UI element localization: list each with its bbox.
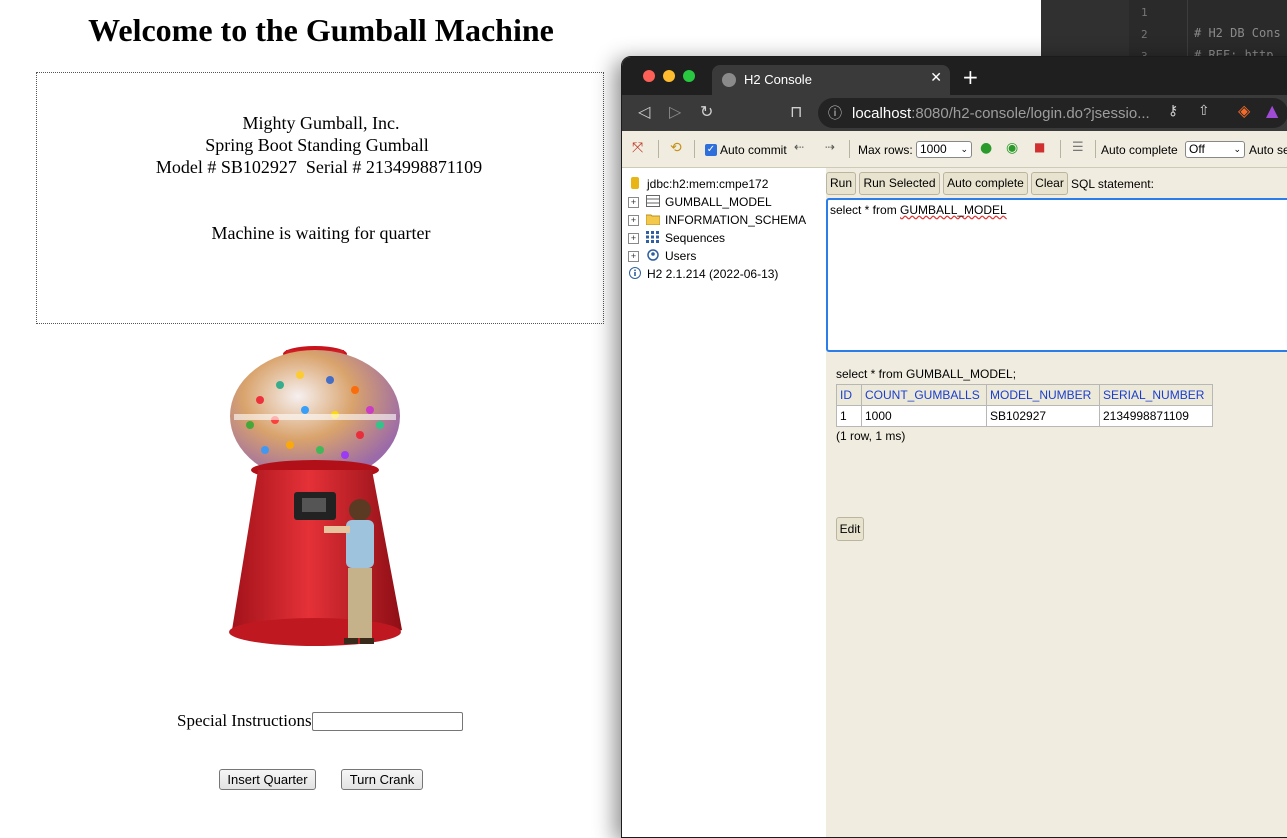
history-icon[interactable]: ☰ [1072, 140, 1084, 155]
page-title: Welcome to the Gumball Machine [88, 12, 554, 48]
toolbar-separator [1060, 140, 1061, 158]
edit-button[interactable]: Edit [836, 517, 864, 541]
table-cell: 1 [836, 405, 862, 427]
machine-status: Machine is waiting for quarter [211, 223, 431, 243]
table-cell: 1000 [861, 405, 987, 427]
bookmark-icon[interactable]: ⊓ [790, 102, 802, 121]
forward-icon[interactable]: ▷ [669, 102, 681, 121]
rollback-icon[interactable]: ⇠ [794, 140, 804, 154]
column-header[interactable]: COUNT_GUMBALLS [861, 384, 987, 406]
clear-button[interactable]: Clear [1031, 172, 1068, 195]
connection-url: jdbc:h2:mem:cmpe172 [647, 177, 769, 191]
run-icon[interactable]: ● [980, 140, 992, 156]
sql-panel: Run Run Selected Auto complete Clear SQL… [826, 168, 1287, 837]
info-icon [629, 267, 641, 279]
expand-icon[interactable]: + [628, 233, 639, 244]
users-icon [647, 249, 659, 261]
url-host: localhost:8080/h2-console/login.do?jsess… [852, 105, 1150, 122]
toolbar-separator [658, 140, 659, 158]
info-icon[interactable]: ⓘ [828, 103, 842, 123]
close-tab-icon[interactable]: ✕ [930, 70, 942, 86]
column-header[interactable]: MODEL_NUMBER [986, 384, 1100, 406]
line-number: 1 [1141, 6, 1148, 19]
expand-icon[interactable]: + [628, 197, 639, 208]
reload-icon[interactable]: ↻ [700, 102, 713, 121]
sql-statement-label: SQL statement: [1071, 177, 1154, 191]
h2-version: H2 2.1.214 (2022-06-13) [647, 267, 779, 281]
tree-item-label: GUMBALL_MODEL [665, 195, 772, 209]
insert-quarter-button[interactable]: Insert Quarter [219, 769, 316, 790]
code-editor-window: 1 2 3 # H2 DB Cons # REF: http [1041, 0, 1287, 63]
company-name: Mighty Gumball, Inc. [242, 113, 400, 133]
database-icon [631, 177, 639, 189]
address-bar[interactable]: ⓘ localhost:8080/h2-console/login.do?jse… [818, 98, 1287, 128]
table-cell: SB102927 [986, 405, 1100, 427]
line-number: 2 [1141, 28, 1148, 41]
result-header-row: ID COUNT_GUMBALLS MODEL_NUMBER SERIAL_NU… [836, 384, 1213, 406]
table-icon [646, 195, 660, 207]
toolbar-separator [1095, 140, 1096, 158]
brave-shield-icon[interactable]: ◈ [1238, 101, 1250, 120]
result-table: ID COUNT_GUMBALLS MODEL_NUMBER SERIAL_NU… [836, 384, 1213, 427]
auto-complete-label: Auto complete [1101, 143, 1178, 157]
tab-bar: H2 Console ✕ + [622, 57, 1287, 95]
auto-select-label: Auto se [1249, 143, 1287, 157]
tab-h2-console[interactable]: H2 Console ✕ [712, 65, 950, 95]
navigation-bar: ◁ ▷ ↻ ⊓ ⓘ localhost:8080/h2-console/logi… [622, 95, 1287, 131]
result-info: (1 row, 1 ms) [836, 429, 906, 443]
auto-complete-button[interactable]: Auto complete [943, 172, 1028, 195]
h2-toolbar: ⤧ ⟲ ✓ Auto commit ⇠ ⇢ Max rows: 1000 ⌄ ● … [622, 131, 1287, 168]
expand-icon[interactable]: + [628, 251, 639, 262]
auto-commit-checkbox[interactable]: ✓ [705, 144, 717, 156]
special-instructions-label: Special Instructions: [177, 711, 317, 730]
editor-gutter [1041, 0, 1129, 60]
close-window-icon[interactable] [643, 70, 655, 82]
globe-icon [722, 73, 736, 87]
database-tree: jdbc:h2:mem:cmpe172 + GUMBALL_MODEL + IN… [622, 168, 826, 837]
auto-complete-select[interactable]: Off ⌄ [1185, 141, 1245, 158]
tree-item-label: Sequences [665, 231, 726, 245]
gumball-machine-image [229, 346, 402, 646]
code-line: # H2 DB Cons [1194, 26, 1281, 40]
sequences-icon [646, 231, 659, 243]
toolbar-separator [694, 140, 695, 158]
model-serial: Model # SB102927 Serial # 2134998871109 [155, 157, 483, 177]
key-icon[interactable]: ⚷ [1168, 103, 1178, 119]
run-selected-icon[interactable]: ◉ [1006, 140, 1018, 156]
auto-commit-label: Auto commit [720, 143, 787, 157]
expand-icon[interactable]: + [628, 215, 639, 226]
turn-crank-button[interactable]: Turn Crank [341, 769, 423, 790]
toolbar-separator [849, 140, 850, 158]
sql-editor[interactable]: select * from GUMBALL_MODEL [826, 198, 1287, 352]
run-button[interactable]: Run [826, 172, 856, 195]
table-cell: 2134998871109 [1099, 405, 1213, 427]
tree-item-label: Users [665, 249, 697, 263]
share-icon[interactable]: ⇧ [1198, 103, 1210, 119]
new-tab-icon[interactable]: + [962, 65, 979, 89]
tab-title: H2 Console [744, 72, 812, 87]
tree-item-label: INFORMATION_SCHEMA [665, 213, 807, 227]
maximize-window-icon[interactable] [683, 70, 695, 82]
run-selected-button[interactable]: Run Selected [859, 172, 940, 195]
back-icon[interactable]: ◁ [638, 102, 650, 121]
rewards-icon[interactable]: ▲ [1266, 101, 1278, 120]
editor-separator [1187, 0, 1188, 60]
result-statement: select * from GUMBALL_MODEL; [836, 367, 1017, 381]
stop-icon[interactable]: ■ [1034, 140, 1045, 154]
table-row: 1 1000 SB102927 2134998871109 [836, 405, 1213, 427]
disconnect-icon[interactable]: ⤧ [632, 140, 643, 156]
machine-info-panel: Mighty Gumball, Inc. Spring Boot Standin… [36, 72, 604, 324]
column-header[interactable]: SERIAL_NUMBER [1099, 384, 1213, 406]
max-rows-select[interactable]: 1000 ⌄ [916, 141, 972, 158]
product-name: Spring Boot Standing Gumball [205, 135, 429, 155]
sql-query[interactable]: select * from GUMBALL_MODEL [830, 203, 1007, 217]
max-rows-label: Max rows: [858, 143, 913, 157]
browser-window: H2 Console ✕ + ◁ ▷ ↻ ⊓ ⓘ localhost:8080/… [621, 56, 1287, 838]
folder-icon [646, 214, 660, 225]
column-header[interactable]: ID [836, 384, 862, 406]
refresh-icon[interactable]: ⟲ [670, 140, 682, 156]
commit-icon[interactable]: ⇢ [825, 140, 835, 154]
minimize-window-icon[interactable] [663, 70, 675, 82]
special-instructions-input[interactable] [312, 712, 463, 731]
